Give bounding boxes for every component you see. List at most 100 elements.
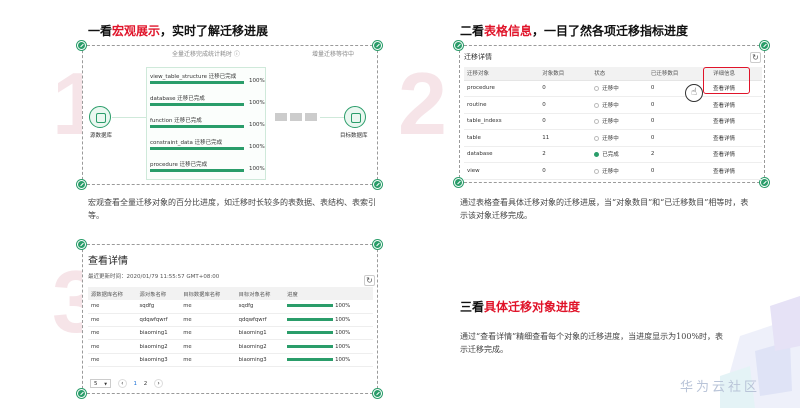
table-row: me qdqwfqwrf me qdqwfqwrf 100% bbox=[88, 313, 373, 328]
step-percent: 100% bbox=[249, 166, 265, 172]
cell-object: routine bbox=[464, 96, 540, 114]
corner-handle-icon bbox=[373, 41, 382, 50]
status-dot-icon bbox=[594, 86, 600, 92]
last-updated-time: 最近更新时间：2020/01/79 11:55:57 GMT+08:00 bbox=[88, 274, 220, 280]
progress-bar bbox=[287, 317, 334, 321]
cell-target-db: me bbox=[180, 353, 236, 367]
migration-steps: view_table_structure 迁移已完成 100% database… bbox=[146, 67, 266, 180]
corner-handle-icon bbox=[77, 389, 86, 398]
table-row: procedure 0 迁移中 0 查看详情 bbox=[464, 80, 762, 97]
cell-target-db: me bbox=[180, 326, 236, 341]
target-db-label: 目标数据库 bbox=[340, 133, 368, 139]
step-progress-bar bbox=[150, 81, 244, 84]
refresh-icon[interactable]: ↻ bbox=[364, 275, 375, 286]
column-header: 源数据库名称 bbox=[88, 287, 137, 300]
column-header: 迁移对象 bbox=[464, 67, 540, 81]
page-2-button[interactable]: 2 bbox=[144, 381, 148, 387]
table-row: table_indexs 0 迁移中 0 查看详情 bbox=[464, 113, 762, 130]
brand-watermark: 华为云社区 bbox=[680, 380, 761, 395]
cell-target-db: me bbox=[180, 339, 236, 354]
cell-target-object: biaoming2 bbox=[235, 339, 285, 354]
section3-description: 通过“查看详情”精细查看每个对象的迁移进度，当进度显示为100%时，表示迁移完成… bbox=[460, 332, 724, 354]
cell-count: 0 bbox=[539, 80, 592, 97]
view-details-link[interactable]: 查看详情 bbox=[710, 146, 762, 163]
cell-source-object: sqdfg bbox=[136, 300, 181, 314]
cell-target-object: sqdfg bbox=[235, 300, 285, 314]
heading-suffix: ，实时了解迁移进展 bbox=[160, 24, 269, 38]
view-details-link[interactable]: 查看详情 bbox=[710, 162, 762, 180]
cell-migrated: 0 bbox=[647, 113, 710, 130]
step-item: view_table_structure 迁移已完成 100% bbox=[150, 72, 265, 84]
table-row: routine 0 迁移中 0 查看详情 bbox=[464, 96, 762, 114]
section2-heading: 二看表格信息，一目了然各项迁移指标进度 bbox=[460, 22, 688, 39]
cell-migrated: 0 bbox=[647, 129, 710, 147]
heading-highlight: 表格信息 bbox=[484, 24, 533, 38]
status-text: 迁移中 bbox=[602, 86, 619, 93]
progress-text: 100% bbox=[335, 316, 351, 323]
cell-object: database bbox=[464, 146, 540, 163]
corner-handle-icon bbox=[454, 178, 463, 187]
view-details-link[interactable]: 查看详情 bbox=[710, 96, 762, 114]
prev-page-button[interactable]: ‹ bbox=[117, 379, 127, 388]
cell-source-object: biaoming1 bbox=[136, 326, 181, 341]
step-progress-bar bbox=[150, 169, 244, 172]
cell-progress: 100% bbox=[284, 339, 373, 354]
table-row: me biaoming2 me biaoming2 100% bbox=[88, 339, 373, 354]
page-size-value: 5 bbox=[94, 381, 98, 387]
corner-handle-icon bbox=[77, 180, 86, 189]
cell-target-db: me bbox=[180, 313, 236, 328]
pending-arrow-icon bbox=[275, 113, 319, 121]
cell-migrated: 2 bbox=[647, 146, 710, 163]
step-label: view_table_structure 迁移已完成 bbox=[150, 74, 237, 80]
migration-objects-table: 迁移对象 对象数目 状态 已迁移数目 详细信息 procedure 0 迁移中 … bbox=[464, 67, 762, 180]
next-page-button[interactable]: › bbox=[154, 379, 164, 388]
cell-object: procedure bbox=[464, 80, 540, 97]
cell-object: table_indexs bbox=[464, 113, 540, 130]
cell-progress: 100% bbox=[284, 313, 373, 328]
cell-status: 迁移中 bbox=[591, 80, 648, 97]
column-header: 详细信息 bbox=[710, 67, 762, 81]
migration-details-title: 迁移详情 bbox=[464, 53, 492, 61]
cell-source-db: me bbox=[88, 313, 137, 328]
view-details-link[interactable]: 查看详情 bbox=[710, 129, 762, 147]
target-db-icon bbox=[344, 106, 366, 128]
corner-handle-icon bbox=[373, 389, 382, 398]
heading-highlight: 宏观展示 bbox=[112, 24, 161, 38]
cell-object: view bbox=[464, 162, 540, 180]
flow-title-full: 全量迁移完成统计耗时 ⓘ bbox=[172, 51, 240, 58]
cell-status: 迁移中 bbox=[591, 96, 648, 114]
view-details-title: 查看详情 bbox=[88, 256, 128, 267]
status-done-icon bbox=[594, 152, 600, 158]
step-label: function 迁移已完成 bbox=[150, 118, 202, 124]
heading-prefix: 三看 bbox=[460, 300, 485, 314]
page-1-button[interactable]: 1 bbox=[134, 381, 138, 387]
cell-count: 0 bbox=[539, 96, 592, 114]
table-row: me biaoming3 me biaoming3 100% bbox=[88, 353, 373, 367]
cell-count: 2 bbox=[539, 146, 592, 163]
status-text: 迁移中 bbox=[602, 119, 619, 126]
flow-connector bbox=[320, 117, 344, 118]
step-percent: 100% bbox=[249, 144, 265, 150]
heading-prefix: 二看 bbox=[460, 24, 485, 38]
cell-object: table bbox=[464, 129, 540, 147]
cell-target-object: biaoming1 bbox=[235, 326, 285, 341]
column-header: 目标对象名称 bbox=[235, 287, 285, 300]
step-label: procedure 迁移已完成 bbox=[150, 162, 208, 168]
section3-heading: 三看具体迁移对象进度 bbox=[460, 298, 580, 315]
heading-suffix: ，一目了然各项迁移指标进度 bbox=[532, 24, 689, 38]
progress-bar bbox=[287, 304, 334, 308]
section1-heading: 一看宏观展示，实时了解迁移进展 bbox=[88, 22, 268, 39]
refresh-icon[interactable]: ↻ bbox=[750, 52, 761, 63]
page-size-select[interactable]: 5 ▾ bbox=[90, 379, 112, 388]
progress-bar bbox=[287, 357, 334, 361]
cell-source-object: qdqwfqwrf bbox=[136, 313, 181, 328]
object-progress-table: 源数据库名称 源对象名称 目标数据库名称 目标对象名称 进度 me sqdfg … bbox=[88, 287, 373, 367]
step-progress-bar bbox=[150, 103, 244, 106]
view-details-link[interactable]: 查看详情 bbox=[710, 80, 762, 97]
view-details-link[interactable]: 查看详情 bbox=[710, 113, 762, 130]
table-row: me biaoming1 me biaoming1 100% bbox=[88, 326, 373, 341]
step-percent: 100% bbox=[249, 122, 265, 128]
step-progress-bar bbox=[150, 125, 244, 128]
table-row: me sqdfg me sqdfg 100% bbox=[88, 300, 373, 314]
table-row: table 11 迁移中 0 查看详情 bbox=[464, 129, 762, 147]
